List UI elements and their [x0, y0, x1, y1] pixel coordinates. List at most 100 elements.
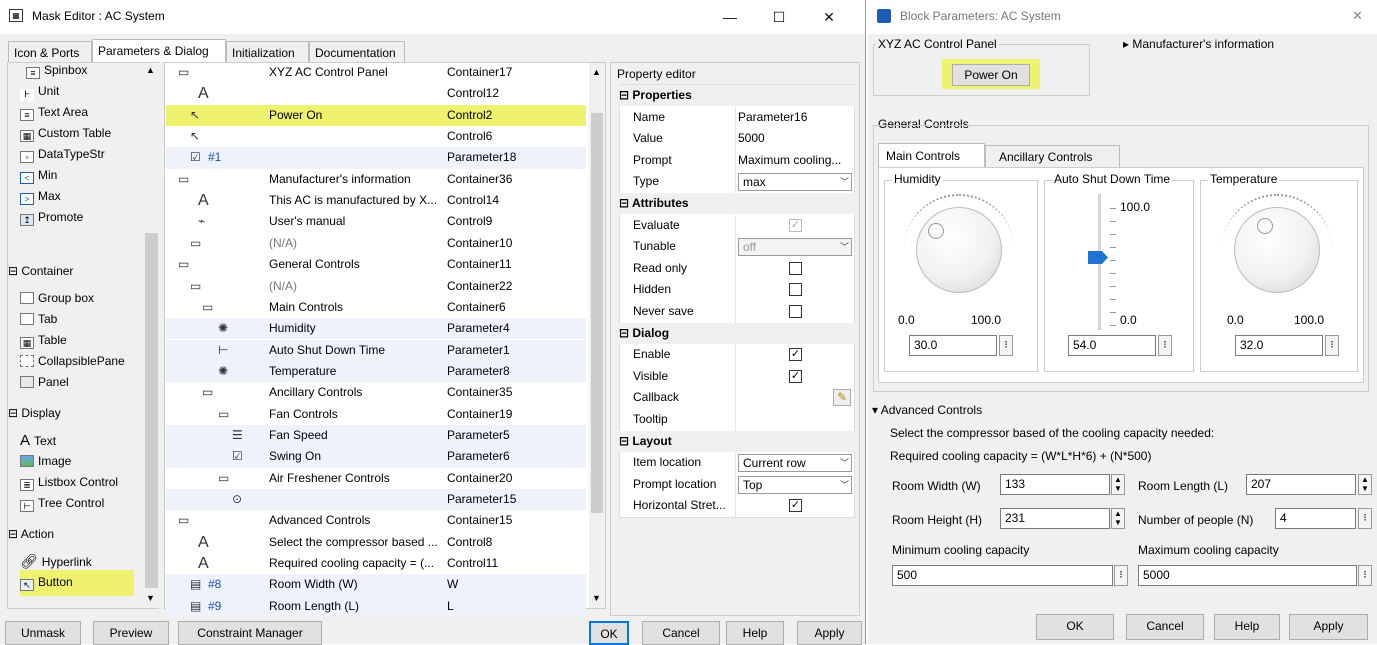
prop-type[interactable]: Type max ﹀	[619, 171, 855, 193]
prop-select[interactable]: max ﹀	[738, 173, 852, 192]
prop-value-cell[interactable]: off ﹀	[735, 236, 854, 258]
tree-row[interactable]: ▭ (N/A) Container22	[166, 276, 586, 297]
tree-row[interactable]: A Required cooling capacity = (... Control…	[166, 553, 586, 574]
room-height-spinner[interactable]: ▲ ▼	[1111, 508, 1125, 529]
tab-initialization[interactable]: Initialization	[226, 41, 309, 62]
shutdown-input[interactable]: 54.0	[1068, 335, 1156, 356]
tree-row[interactable]: ▭ Ancillary Controls Container35	[166, 382, 586, 403]
tree-row[interactable]: ⊙ Parameter15	[166, 489, 586, 511]
apply-button[interactable]: Apply	[797, 621, 862, 645]
tree-scroll-thumb[interactable]	[591, 113, 603, 513]
group-properties[interactable]: ⊟ Properties	[619, 85, 855, 106]
tree-row[interactable]: ☰ Fan Speed Parameter5	[166, 424, 586, 447]
prop-checkbox[interactable]	[789, 261, 802, 275]
prop-tooltip[interactable]: Tooltip	[619, 409, 855, 431]
tab-parameters-dialog[interactable]: Parameters & Dialog	[92, 39, 226, 62]
ok-button[interactable]: OK	[589, 621, 629, 645]
shutdown-spinner[interactable]: ⁝	[1158, 335, 1172, 356]
palette-item-hyperlink[interactable]: 🔗︎ Hyperlink	[20, 551, 92, 572]
tree-row[interactable]: ▤ #9 Room Length (L) L	[166, 595, 586, 618]
tree-row[interactable]: ✺ Humidity Parameter4	[166, 318, 586, 340]
prop-readonly[interactable]: Read only	[619, 257, 855, 280]
constraint-manager-button[interactable]: Constraint Manager	[178, 621, 322, 645]
room-height-input[interactable]: 231	[1000, 508, 1110, 529]
block-help-button[interactable]: Help	[1214, 614, 1280, 640]
palette-section-action[interactable]: ⊟ Action	[8, 527, 54, 541]
prop-value-cell[interactable]: ✎	[735, 387, 854, 409]
tree-row[interactable]: ↖ Control6	[166, 126, 586, 147]
tree-row[interactable]: ⊢ Auto Shut Down Time Parameter1	[166, 339, 586, 361]
prop-checkbox[interactable]	[789, 283, 802, 297]
close-icon[interactable]: ✕	[1352, 8, 1363, 24]
advanced-controls-toggle[interactable]: ▾ Advanced Controls	[872, 403, 982, 417]
tree-row[interactable]: ▭ Advanced Controls Container15	[166, 510, 586, 531]
power-on-button[interactable]: Power On	[952, 64, 1030, 86]
tree-row[interactable]: ↖ Power On Control2	[166, 104, 586, 126]
group-attributes[interactable]: ⊟ Attributes	[619, 193, 855, 214]
palette-item-max[interactable]: > Max	[20, 186, 61, 207]
prop-tunable[interactable]: Tunable off ﹀	[619, 236, 855, 258]
manufacturer-toggle[interactable]: ▸ Manufacturer's information	[1123, 37, 1274, 51]
prop-value-cell[interactable]	[735, 409, 854, 431]
prop-neversave[interactable]: Never save	[619, 301, 855, 323]
block-ok-button[interactable]: OK	[1036, 614, 1114, 640]
tab-icon-ports[interactable]: Icon & Ports	[8, 41, 92, 62]
palette-item-listbox[interactable]: ≣ Listbox Control	[20, 472, 118, 493]
tree-row[interactable]: ▭ (N/A) Container10	[166, 233, 586, 254]
prop-value-cell[interactable]: ✓	[735, 214, 854, 237]
prop-value-cell[interactable]: max ﹀	[735, 171, 854, 193]
tree-row[interactable]: ✺ Temperature Parameter8	[166, 360, 586, 383]
prop-value-cell[interactable]: ✓	[735, 344, 854, 366]
prop-value-cell[interactable]: Current row ﹀	[735, 452, 854, 474]
pencil-icon[interactable]: ✎	[833, 389, 851, 407]
tree-row[interactable]: ☑ Swing On Parameter6	[166, 446, 586, 468]
tree-scrollbar[interactable]: ▲ ▼	[589, 63, 605, 608]
tree-row[interactable]: ▭ Manufacturer's information Container36	[166, 169, 586, 190]
palette-item-text-area[interactable]: ≡ Text Area	[20, 102, 88, 123]
tab-main-controls[interactable]: Main Controls	[878, 143, 985, 168]
tree-row[interactable]: A Select the compressor based ... Control8	[166, 532, 586, 553]
room-width-spinner[interactable]: ▲ ▼	[1111, 474, 1125, 495]
prop-checkbox[interactable]: ✓	[789, 218, 802, 232]
palette-item-custom-table[interactable]: ▦ Custom Table	[20, 123, 111, 144]
palette-item-tree[interactable]: ⊢ Tree Control	[20, 493, 104, 514]
people-input[interactable]: 4	[1275, 508, 1356, 529]
scroll-up-icon[interactable]: ▲	[592, 67, 601, 77]
prop-checkbox[interactable]: ✓	[789, 369, 802, 383]
prop-name[interactable]: Name Parameter16	[619, 106, 855, 129]
maximize-button[interactable]: ☐	[757, 4, 801, 30]
prop-horizontal-stretch[interactable]: Horizontal Stret... ✓	[619, 495, 855, 517]
tab-ancillary-controls[interactable]: Ancillary Controls	[985, 145, 1120, 167]
humidity-input[interactable]: 30.0	[909, 335, 997, 356]
tree-row[interactable]: ▭ XYZ AC Control Panel Container17	[166, 62, 586, 83]
tree-row[interactable]: ▭ Air Freshener Controls Container20	[166, 468, 586, 489]
prop-callback[interactable]: Callback ✎	[619, 387, 855, 409]
room-length-input[interactable]: 207	[1246, 474, 1356, 495]
prop-checkbox[interactable]: ✓	[789, 348, 802, 362]
prop-value-cell[interactable]	[735, 301, 854, 323]
tree-row[interactable]: ▭ General Controls Container11	[166, 254, 586, 275]
prop-value-cell[interactable]	[735, 279, 854, 301]
palette-scroll-thumb[interactable]	[145, 233, 158, 588]
prop-select[interactable]: Top ﹀	[738, 475, 852, 494]
humidity-spinner[interactable]: ⁝	[999, 335, 1013, 356]
prop-enable[interactable]: Enable ✓	[619, 344, 855, 366]
tree-row[interactable]: ▭ Main Controls Container6	[166, 297, 586, 318]
prop-value-cell[interactable]: 5000	[735, 128, 854, 150]
palette-section-container[interactable]: ⊟ Container	[8, 264, 73, 278]
prop-checkbox[interactable]	[789, 305, 802, 318]
min-capacity-spinner[interactable]: ⁝	[1114, 565, 1128, 586]
prop-item-location[interactable]: Item location Current row ﹀	[619, 452, 855, 474]
prop-prompt-location[interactable]: Prompt location Top ﹀	[619, 473, 855, 496]
prop-value-cell[interactable]: ✓	[735, 365, 854, 388]
palette-item-datatypestr[interactable]: ▫ DataTypeStr	[20, 144, 105, 165]
prop-hidden[interactable]: Hidden	[619, 279, 855, 301]
scroll-down-icon[interactable]: ▼	[592, 593, 601, 603]
prop-value-cell[interactable]: Top ﹀	[735, 473, 854, 496]
close-button[interactable]: ✕	[807, 4, 851, 30]
prop-evaluate[interactable]: Evaluate ✓	[619, 214, 855, 237]
unmask-button[interactable]: Unmask	[5, 621, 81, 645]
palette-item-table[interactable]: ▦ Table	[20, 330, 67, 351]
palette-item-group-box[interactable]: Group box	[20, 288, 94, 309]
max-capacity-input[interactable]: 5000	[1138, 565, 1357, 586]
